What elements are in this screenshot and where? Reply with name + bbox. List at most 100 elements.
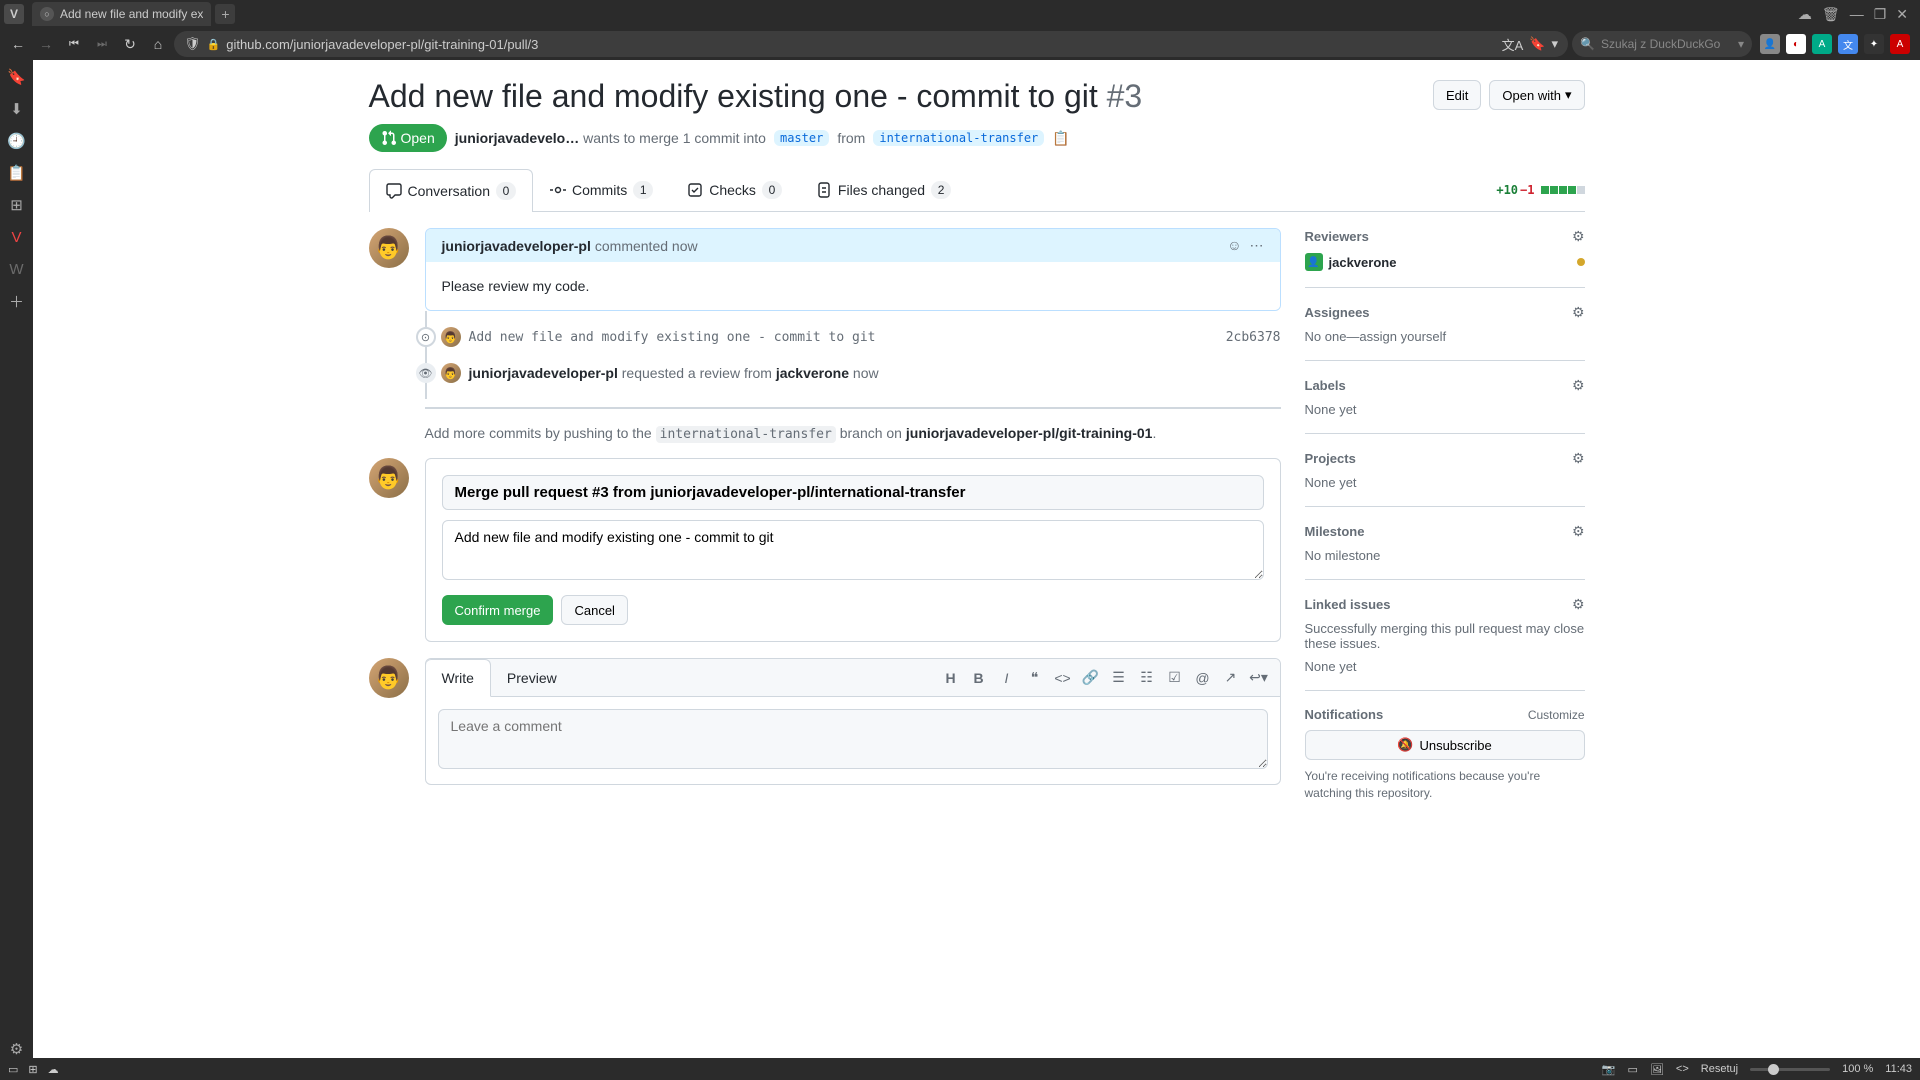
tab-conversation[interactable]: Conversation 0	[369, 169, 534, 212]
code-icon[interactable]: <>	[1050, 665, 1076, 691]
ext-icon-5[interactable]: A	[1890, 34, 1910, 54]
ext-icon-2[interactable]: A	[1812, 34, 1832, 54]
timeline-commit: ⊙ Add new file and modify existing one -…	[369, 327, 1281, 347]
gear-icon[interactable]: ⚙	[1572, 450, 1585, 467]
commit-message[interactable]: Add new file and modify existing one - c…	[469, 330, 1218, 345]
close-window-icon[interactable]: ✕	[1896, 6, 1908, 23]
kebab-icon[interactable]: ⋯	[1250, 237, 1264, 254]
rewind-button[interactable]: ⏮	[62, 32, 86, 56]
reviewer-item[interactable]: 👤 jackverone	[1305, 253, 1585, 271]
reload-button[interactable]: ↻	[118, 32, 142, 56]
reply-icon[interactable]: ↩▾	[1246, 665, 1272, 691]
images-icon[interactable]: 🖼	[1650, 1063, 1664, 1076]
gear-icon[interactable]: ⚙	[1572, 377, 1585, 394]
mention-icon[interactable]: @	[1190, 665, 1216, 691]
tab-checks[interactable]: Checks 0	[670, 168, 799, 211]
lock-icon: 🔒	[207, 38, 221, 51]
edit-button[interactable]: Edit	[1433, 80, 1481, 110]
preview-tab[interactable]: Preview	[491, 660, 573, 696]
ul-icon[interactable]: ☰	[1106, 665, 1132, 691]
head-branch[interactable]: international-transfer	[873, 130, 1044, 146]
capture-icon[interactable]: 📷	[1602, 1063, 1616, 1076]
gear-icon[interactable]: ⚙	[1572, 304, 1585, 321]
maximize-icon[interactable]: ❐	[1874, 6, 1887, 23]
sync-icon[interactable]: ☁	[48, 1063, 59, 1076]
status-bar: ▭ ⊞ ☁ 📷 ▭ 🖼 <> Resetuj 100 % 11:43	[0, 1058, 1920, 1080]
quote-icon[interactable]: ❝	[1022, 665, 1048, 691]
emoji-icon[interactable]: ☺	[1227, 237, 1241, 254]
vivaldi-panel-icon[interactable]: V	[8, 228, 26, 246]
avatar[interactable]	[441, 363, 461, 383]
avatar[interactable]	[369, 458, 409, 498]
search-input[interactable]: 🔍 Szukaj z DuckDuckGo ▾	[1572, 31, 1752, 57]
merge-body-input[interactable]	[442, 520, 1264, 580]
sidebar-notifications: Notifications Customize 🔕 Unsubscribe Yo…	[1305, 707, 1585, 818]
chevron-down-icon[interactable]: ▾	[1551, 36, 1558, 52]
fastforward-button[interactable]: ⏭	[90, 32, 114, 56]
translate-icon[interactable]: 文A	[1502, 35, 1524, 54]
pr-meta-text: juniorjavadevelo… wants to merge 1 commi…	[455, 130, 766, 146]
write-tab[interactable]: Write	[425, 659, 491, 697]
customize-link[interactable]: Customize	[1528, 708, 1585, 722]
diff-stat: +10 −1	[1496, 183, 1584, 197]
heading-icon[interactable]: H	[938, 665, 964, 691]
panel-toggle-icon[interactable]: ▭	[8, 1063, 18, 1076]
open-with-button[interactable]: Open with ▾	[1489, 80, 1584, 110]
browser-tab[interactable]: ○ Add new file and modify ex	[32, 2, 211, 26]
tab-commits[interactable]: Commits 1	[533, 168, 670, 211]
downloads-icon[interactable]: ⬇	[8, 100, 26, 118]
forward-button[interactable]: →	[34, 32, 58, 56]
history-icon[interactable]: 🕘	[8, 132, 26, 150]
tasklist-icon[interactable]: ☑	[1162, 665, 1188, 691]
reset-zoom[interactable]: Resetuj	[1701, 1063, 1738, 1075]
vivaldi-icon[interactable]: V	[4, 4, 24, 24]
url-input[interactable]: 🛡 🔒 github.com/juniorjavadeveloper-pl/gi…	[174, 31, 1568, 57]
ext-icon-4[interactable]: ✦	[1864, 34, 1884, 54]
cloud-icon[interactable]: ☁	[1798, 6, 1812, 23]
tile-icon[interactable]: ⊞	[28, 1063, 37, 1076]
trash-icon[interactable]: 🗑	[1822, 6, 1840, 23]
link-icon[interactable]: 🔗	[1078, 665, 1104, 691]
ext-icon-3[interactable]: 文	[1838, 34, 1858, 54]
chevron-down-icon[interactable]: ▾	[1738, 37, 1744, 51]
base-branch[interactable]: master	[774, 130, 829, 146]
bookmark-icon[interactable]: 🔖	[1529, 36, 1545, 52]
gear-icon[interactable]: ⚙	[1572, 523, 1585, 540]
minimize-icon[interactable]: —	[1850, 6, 1864, 23]
add-panel-icon[interactable]: ＋	[8, 292, 26, 310]
comment-textarea[interactable]	[438, 709, 1268, 769]
cancel-merge-button[interactable]: Cancel	[561, 595, 627, 625]
italic-icon[interactable]: I	[994, 665, 1020, 691]
devtools-icon[interactable]: <>	[1676, 1063, 1689, 1075]
tab-files-changed[interactable]: Files changed 2	[799, 168, 968, 211]
unsubscribe-button[interactable]: 🔕 Unsubscribe	[1305, 730, 1585, 760]
merge-title-input[interactable]	[442, 475, 1264, 510]
window-icon[interactable]: ⊞	[8, 196, 26, 214]
gear-icon[interactable]: ⚙	[1572, 596, 1585, 613]
ext-icon-1[interactable]: ◐	[1786, 34, 1806, 54]
crossref-icon[interactable]: ↗	[1218, 665, 1244, 691]
copy-icon[interactable]: 📋	[1052, 130, 1069, 147]
panel-icon[interactable]: ▭	[1628, 1063, 1638, 1076]
window-controls: ☁ 🗑 — ❐ ✕	[1798, 6, 1916, 23]
tab-title: Add new file and modify ex	[60, 7, 203, 21]
avatar[interactable]	[369, 228, 409, 268]
notes-icon[interactable]: 📋	[8, 164, 26, 182]
avatar[interactable]	[369, 658, 409, 698]
ol-icon[interactable]: ☷	[1134, 665, 1160, 691]
confirm-merge-button[interactable]: Confirm merge	[442, 595, 554, 625]
bookmarks-icon[interactable]: 🔖	[8, 68, 26, 86]
avatar[interactable]	[441, 327, 461, 347]
back-button[interactable]: ←	[6, 32, 30, 56]
zoom-slider[interactable]	[1750, 1068, 1830, 1071]
pr-title: Add new file and modify existing one - c…	[369, 76, 1426, 116]
commit-icon	[550, 182, 566, 198]
gear-icon[interactable]: ⚙	[1572, 228, 1585, 245]
home-button[interactable]: ⌂	[146, 32, 170, 56]
commit-sha[interactable]: 2cb6378	[1226, 330, 1281, 345]
settings-icon[interactable]: ⚙	[8, 1040, 26, 1058]
profile-icon[interactable]: 👤	[1760, 34, 1780, 54]
bold-icon[interactable]: B	[966, 665, 992, 691]
wiki-icon[interactable]: W	[8, 260, 26, 278]
new-tab-button[interactable]: +	[215, 4, 235, 24]
